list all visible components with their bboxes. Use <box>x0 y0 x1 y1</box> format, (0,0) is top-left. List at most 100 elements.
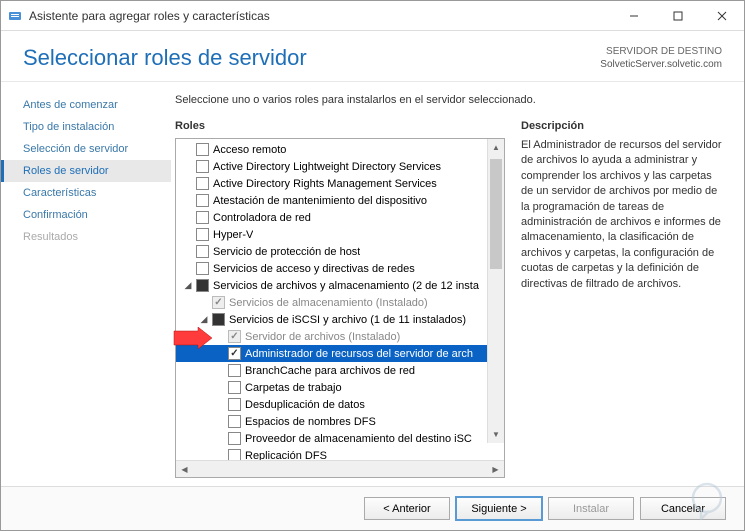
columns: Roles Acceso remoto Active Directory Ligh… <box>175 120 726 478</box>
tree-row[interactable]: ◢ Servicios de archivos y almacenamiento … <box>176 277 504 294</box>
main-content: Seleccione uno o varios roles para insta… <box>171 82 744 486</box>
role-checkbox[interactable] <box>228 398 241 411</box>
tree-row[interactable]: Administrador de recursos del servidor d… <box>176 345 504 362</box>
tree-row[interactable]: BranchCache para archivos de red <box>176 362 504 379</box>
destination-label: SERVIDOR DE DESTINO <box>600 45 722 58</box>
app-icon <box>7 8 23 24</box>
tree-row[interactable]: Controladora de red <box>176 209 504 226</box>
wizard-window: Asistente para agregar roles y caracterí… <box>0 0 745 531</box>
role-label: Servidor de archivos (Instalado) <box>245 331 400 343</box>
sidebar-step-0[interactable]: Antes de comenzar <box>1 94 171 116</box>
role-label: Administrador de recursos del servidor d… <box>245 348 473 360</box>
role-checkbox[interactable] <box>196 177 209 190</box>
role-label: Servicios de iSCSI y archivo (1 de 11 in… <box>229 314 466 326</box>
tree-row[interactable]: Desduplicación de datos <box>176 396 504 413</box>
tree-row[interactable]: Servidor de archivos (Instalado) <box>176 328 504 345</box>
role-label: Hyper-V <box>213 229 253 241</box>
next-button[interactable]: Siguiente > <box>456 497 542 520</box>
tree-row[interactable]: Espacios de nombres DFS <box>176 413 504 430</box>
scroll-left-button[interactable]: ◀ <box>176 461 193 478</box>
tree-row[interactable]: Acceso remoto <box>176 141 504 158</box>
previous-button[interactable]: < Anterior <box>364 497 450 520</box>
role-label: Controladora de red <box>213 212 311 224</box>
roles-tree-box: Acceso remoto Active Directory Lightweigh… <box>175 138 505 478</box>
tree-row[interactable]: Proveedor de almacenamiento del destino … <box>176 430 504 447</box>
role-label: Servicios de almacenamiento (Instalado) <box>229 297 428 309</box>
speech-bubble-watermark <box>687 481 727 521</box>
roles-tree[interactable]: Acceso remoto Active Directory Lightweigh… <box>176 139 504 460</box>
role-checkbox[interactable] <box>196 262 209 275</box>
role-checkbox[interactable] <box>196 160 209 173</box>
role-label: BranchCache para archivos de red <box>245 365 415 377</box>
wizard-buttons: < Anterior Siguiente > Instalar Cancelar <box>1 486 744 530</box>
role-label: Servicios de acceso y directivas de rede… <box>213 263 415 275</box>
role-label: Atestación de mantenimiento del disposit… <box>213 195 427 207</box>
sidebar-step-1[interactable]: Tipo de instalación <box>1 116 171 138</box>
roles-column: Roles Acceso remoto Active Directory Ligh… <box>175 120 505 478</box>
role-checkbox[interactable] <box>212 313 225 326</box>
role-checkbox[interactable] <box>228 381 241 394</box>
role-checkbox[interactable] <box>228 432 241 445</box>
role-label: Active Directory Rights Management Servi… <box>213 178 437 190</box>
scroll-down-button[interactable]: ▼ <box>488 426 504 443</box>
scroll-up-button[interactable]: ▲ <box>488 139 504 156</box>
vertical-scroll-thumb[interactable] <box>490 159 502 269</box>
role-checkbox[interactable] <box>228 415 241 428</box>
install-button[interactable]: Instalar <box>548 497 634 520</box>
role-label: Replicación DFS <box>245 450 327 461</box>
close-button[interactable] <box>700 1 744 30</box>
sidebar-step-2[interactable]: Selección de servidor <box>1 138 171 160</box>
minimize-button[interactable] <box>612 1 656 30</box>
collapse-icon[interactable]: ◢ <box>182 280 194 292</box>
wizard-body: Antes de comenzarTipo de instalaciónSele… <box>1 82 744 486</box>
role-label: Active Directory Lightweight Directory S… <box>213 161 441 173</box>
role-label: Servicios de archivos y almacenamiento (… <box>213 280 479 292</box>
vertical-scrollbar[interactable]: ▲ ▼ <box>487 139 504 443</box>
tree-row[interactable]: Atestación de mantenimiento del disposit… <box>176 192 504 209</box>
roles-heading: Roles <box>175 120 505 132</box>
role-label: Acceso remoto <box>213 144 286 156</box>
sidebar-step-4[interactable]: Características <box>1 182 171 204</box>
instruction-text: Seleccione uno o varios roles para insta… <box>175 94 726 106</box>
collapse-icon[interactable]: ◢ <box>198 314 210 326</box>
role-checkbox[interactable] <box>196 211 209 224</box>
role-label: Desduplicación de datos <box>245 399 365 411</box>
description-heading: Descripción <box>521 120 726 132</box>
roles-tree-scroll: Acceso remoto Active Directory Lightweigh… <box>176 139 504 460</box>
role-label: Servicio de protección de host <box>213 246 360 258</box>
wizard-header: Seleccionar roles de servidor SERVIDOR D… <box>1 31 744 82</box>
role-checkbox[interactable] <box>196 228 209 241</box>
role-checkbox[interactable] <box>196 143 209 156</box>
tree-row[interactable]: Hyper-V <box>176 226 504 243</box>
tree-row[interactable]: Replicación DFS <box>176 447 504 460</box>
maximize-button[interactable] <box>656 1 700 30</box>
role-checkbox[interactable] <box>228 449 241 460</box>
tree-row[interactable]: Carpetas de trabajo <box>176 379 504 396</box>
role-checkbox[interactable] <box>196 194 209 207</box>
role-checkbox <box>228 330 241 343</box>
tree-row[interactable]: ◢ Servicios de iSCSI y archivo (1 de 11 i… <box>176 311 504 328</box>
tree-row[interactable]: Active Directory Lightweight Directory S… <box>176 158 504 175</box>
tree-row[interactable]: Servicios de almacenamiento (Instalado) <box>176 294 504 311</box>
destination-info: SERVIDOR DE DESTINO SolveticServer.solve… <box>600 45 722 71</box>
description-text: El Administrador de recursos del servido… <box>521 138 726 292</box>
tree-row[interactable]: Servicios de acceso y directivas de rede… <box>176 260 504 277</box>
role-label: Espacios de nombres DFS <box>245 416 376 428</box>
destination-server: SolveticServer.solvetic.com <box>600 58 722 71</box>
role-checkbox <box>212 296 225 309</box>
role-label: Carpetas de trabajo <box>245 382 342 394</box>
role-checkbox[interactable] <box>196 279 209 292</box>
horizontal-scrollbar[interactable]: ◀ ▶ <box>176 460 504 477</box>
sidebar-step-5[interactable]: Confirmación <box>1 204 171 226</box>
tree-row[interactable]: Active Directory Rights Management Servi… <box>176 175 504 192</box>
role-checkbox[interactable] <box>228 364 241 377</box>
description-column: Descripción El Administrador de recursos… <box>521 120 726 478</box>
tree-row[interactable]: Servicio de protección de host <box>176 243 504 260</box>
titlebar: Asistente para agregar roles y caracterí… <box>1 1 744 31</box>
scroll-right-button[interactable]: ▶ <box>487 461 504 478</box>
window-controls <box>612 1 744 30</box>
sidebar-step-3[interactable]: Roles de servidor <box>1 160 171 182</box>
role-label: Proveedor de almacenamiento del destino … <box>245 433 472 445</box>
role-checkbox[interactable] <box>228 347 241 360</box>
role-checkbox[interactable] <box>196 245 209 258</box>
